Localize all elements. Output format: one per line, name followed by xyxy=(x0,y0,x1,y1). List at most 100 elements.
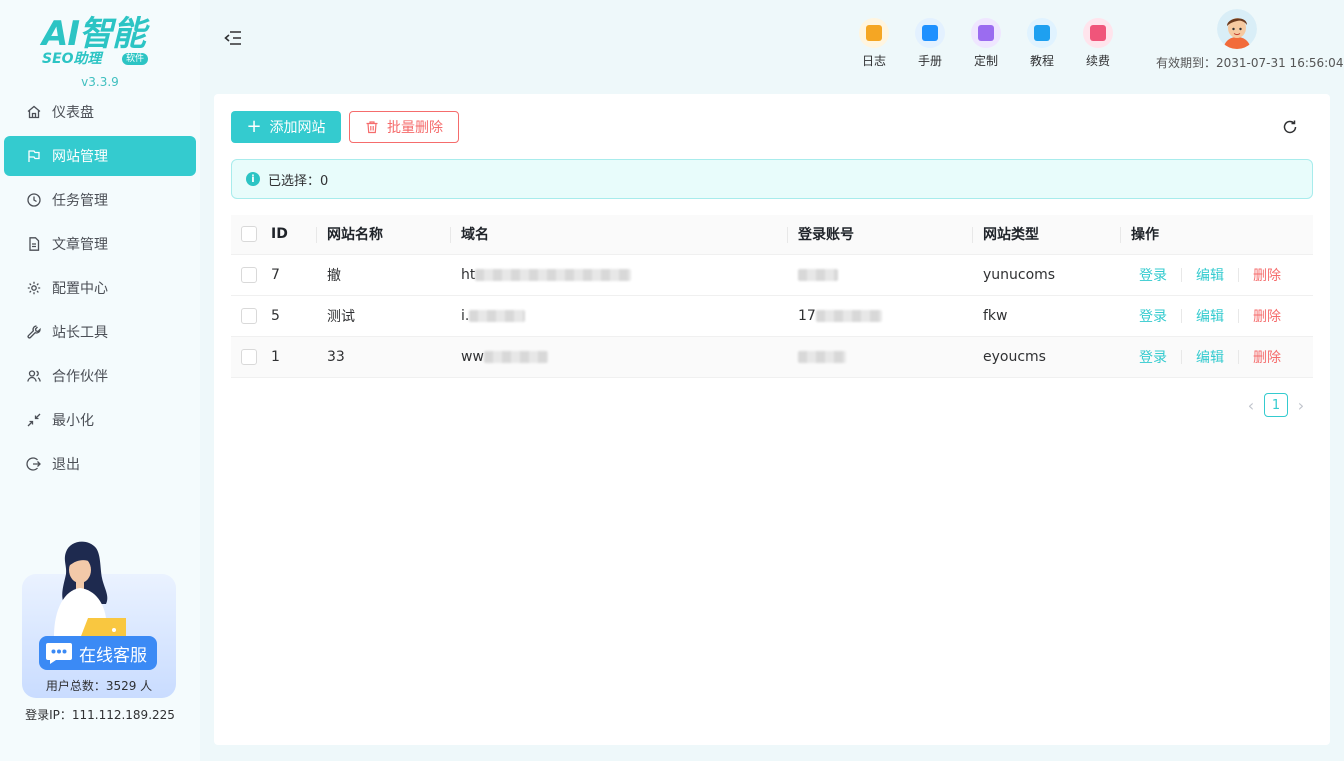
top-nav: 日志 手册 定制 教程 续费 xyxy=(846,18,1126,69)
clock-icon xyxy=(26,192,42,208)
row-actions: 登录 编辑 删除 xyxy=(1121,336,1313,378)
wallet-icon xyxy=(1083,18,1113,48)
delete-link[interactable]: 删除 xyxy=(1245,265,1289,285)
app-logo: AI智能 SEO助理 软件 xyxy=(40,14,162,70)
users-icon xyxy=(26,368,42,384)
nav-label: 手册 xyxy=(917,54,942,68)
support-agent-illustration xyxy=(54,541,126,644)
user-avatar[interactable] xyxy=(1217,9,1257,49)
add-site-button[interactable]: + 添加网站 xyxy=(231,111,341,143)
sidebar-item-label: 退出 xyxy=(52,457,80,473)
nav-manual[interactable]: 手册 xyxy=(902,18,958,69)
login-link[interactable]: 登录 xyxy=(1131,265,1175,285)
sidebar-item-partners[interactable]: 合作伙伴 xyxy=(4,356,196,396)
batch-delete-label: 批量删除 xyxy=(387,120,443,136)
column-header-domain: 域名 xyxy=(451,215,788,255)
select-all-checkbox[interactable] xyxy=(241,226,257,243)
site-account-cell xyxy=(788,336,973,378)
site-type: fkw xyxy=(973,295,1121,337)
sidebar-item-webmaster-tools[interactable]: 站长工具 xyxy=(4,312,196,352)
table-row: 1 33 ww eyoucms 登录 编辑 删除 xyxy=(231,336,1313,378)
chat-bubble-icon xyxy=(46,643,72,664)
site-id: 7 xyxy=(261,254,317,296)
tutorial-icon xyxy=(1027,18,1057,48)
action-divider xyxy=(1238,267,1239,282)
sidebar-item-logout[interactable]: 退出 xyxy=(4,444,196,484)
sidebar-item-minimize[interactable]: 最小化 xyxy=(4,400,196,440)
site-domain-cell: ht xyxy=(451,254,788,296)
pagination: ‹ 1 › xyxy=(1244,393,1308,417)
logout-icon xyxy=(26,456,42,472)
table-row: 5 测试 i. 17 fkw 登录 编辑 删除 xyxy=(231,295,1313,337)
sidebar-menu: 仪表盘 网站管理 任务管理 文章管理 配置中心 站长工具 合作伙伴 最小化 退出 xyxy=(0,92,200,488)
gear-icon xyxy=(26,280,42,296)
sidebar-item-config-center[interactable]: 配置中心 xyxy=(4,268,196,308)
trash-icon xyxy=(366,121,378,134)
sidebar-item-task-management[interactable]: 任务管理 xyxy=(4,180,196,220)
site-id: 1 xyxy=(261,336,317,378)
sidebar-item-label: 任务管理 xyxy=(52,193,108,209)
table-header-row: ID 网站名称 域名 登录账号 网站类型 操作 xyxy=(231,215,1313,255)
site-id: 5 xyxy=(261,295,317,337)
row-checkbox[interactable] xyxy=(241,348,257,365)
shrink-icon xyxy=(26,412,42,428)
redacted-mask xyxy=(798,350,846,363)
batch-delete-button[interactable]: 批量删除 xyxy=(349,111,459,143)
edit-link[interactable]: 编辑 xyxy=(1188,347,1232,367)
site-account-cell xyxy=(788,254,973,296)
sidebar-item-dashboard[interactable]: 仪表盘 xyxy=(4,92,196,132)
site-domain: ww xyxy=(461,348,484,365)
column-header-account: 登录账号 xyxy=(788,215,973,255)
app-version: v3.3.9 xyxy=(81,75,119,89)
sidebar-item-label: 配置中心 xyxy=(52,281,108,297)
column-header-id: ID xyxy=(261,215,317,255)
logo-title: AI智能 xyxy=(42,14,146,54)
selection-alert: i 已选择：0 xyxy=(231,159,1313,199)
row-checkbox[interactable] xyxy=(241,307,257,324)
select-all-cell xyxy=(231,215,261,255)
sidebar-item-label: 最小化 xyxy=(52,413,94,429)
manual-icon xyxy=(915,18,945,48)
add-site-label: 添加网站 xyxy=(269,120,326,136)
row-actions: 登录 编辑 删除 xyxy=(1121,295,1313,337)
sidebar-item-label: 网站管理 xyxy=(52,149,108,165)
column-header-type: 网站类型 xyxy=(973,215,1121,255)
document-icon xyxy=(26,236,42,252)
logo-badge: 软件 xyxy=(122,53,149,65)
nav-customize[interactable]: 定制 xyxy=(958,18,1014,69)
refresh-icon[interactable] xyxy=(1281,118,1299,136)
user-total-count: 用户总数：3529 人 xyxy=(45,679,153,693)
edit-link[interactable]: 编辑 xyxy=(1188,265,1232,285)
expiry-date: 有效期到：2031-07-31 16:56:04 xyxy=(1156,56,1344,70)
site-table: ID 网站名称 域名 登录账号 网站类型 操作 7 撤 ht yunucoms … xyxy=(231,215,1313,378)
site-type: yunucoms xyxy=(973,254,1121,296)
site-name: 33 xyxy=(317,336,451,378)
prev-page-button[interactable]: ‹ xyxy=(1244,393,1258,417)
login-link[interactable]: 登录 xyxy=(1131,306,1175,326)
row-actions: 登录 编辑 删除 xyxy=(1121,254,1313,296)
sidebar-item-site-management[interactable]: 网站管理 xyxy=(4,136,196,176)
nav-renew[interactable]: 续费 xyxy=(1070,18,1126,69)
sidebar-item-article-management[interactable]: 文章管理 xyxy=(4,224,196,264)
nav-tutorial[interactable]: 教程 xyxy=(1014,18,1070,69)
site-domain-cell: i. xyxy=(451,295,788,337)
next-page-button[interactable]: › xyxy=(1294,393,1308,417)
collapse-menu-icon[interactable] xyxy=(224,30,242,46)
edit-link[interactable]: 编辑 xyxy=(1188,306,1232,326)
nav-label: 日志 xyxy=(861,54,886,68)
delete-link[interactable]: 删除 xyxy=(1245,306,1289,326)
login-link[interactable]: 登录 xyxy=(1131,347,1175,367)
nav-log[interactable]: 日志 xyxy=(846,18,902,69)
online-support-button[interactable]: 在线客服 xyxy=(39,636,157,670)
column-header-actions: 操作 xyxy=(1121,215,1313,255)
site-type: eyoucms xyxy=(973,336,1121,378)
selection-count: 已选择：0 xyxy=(268,173,329,189)
action-divider xyxy=(1181,349,1182,364)
row-checkbox[interactable] xyxy=(241,266,257,283)
sidebar-item-label: 文章管理 xyxy=(52,237,108,253)
site-name: 撤 xyxy=(317,254,451,296)
site-account-cell: 17 xyxy=(788,295,973,337)
page-button-current[interactable]: 1 xyxy=(1264,393,1288,417)
support-card: 在线客服 用户总数：3529 人 xyxy=(22,541,176,698)
delete-link[interactable]: 删除 xyxy=(1245,347,1289,367)
